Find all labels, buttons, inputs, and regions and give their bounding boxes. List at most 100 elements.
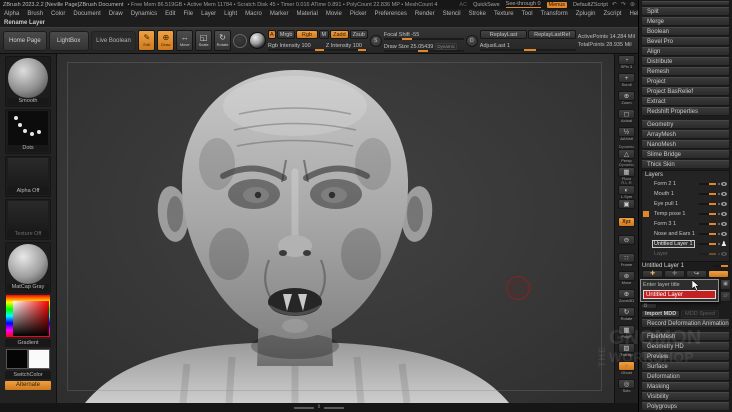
focal-shift-slider[interactable]: Focal Shift -55: [384, 30, 464, 40]
panel-button-partial[interactable]: [641, 1, 730, 6]
menu-item[interactable]: Preferences: [375, 11, 407, 17]
strip-item[interactable]: ◎ Solo: [616, 379, 638, 397]
layer-name[interactable]: Nose and Ears 1: [652, 230, 697, 238]
replay-last-rel-button[interactable]: ReplayLastRel: [528, 30, 576, 39]
strip-item[interactable]: ∷ Frame: [616, 253, 638, 271]
menu-item[interactable]: Stencil: [443, 11, 461, 17]
draw-size-slider[interactable]: Draw Size 25.05439 Dynamic: [384, 42, 464, 52]
layer-eye-icon[interactable]: [721, 192, 727, 196]
strip-item[interactable]: Xyz: [616, 217, 638, 235]
menu-item[interactable]: Alpha: [4, 11, 19, 17]
panel-button[interactable]: Remesh: [641, 67, 730, 76]
panel-button[interactable]: Slime Bridge: [641, 150, 730, 159]
panel-button[interactable]: Redshift Properties: [641, 107, 730, 116]
z-intensity-slider[interactable]: Z Intensity 100: [326, 41, 367, 51]
document-canvas[interactable]: [57, 54, 614, 403]
import-mdd-button[interactable]: Import MDD: [641, 310, 680, 318]
scale-button[interactable]: ◱ Scale: [195, 30, 212, 51]
strip-item[interactable]: ⊕ Zoom3D: [616, 289, 638, 307]
layer-eye-icon[interactable]: [721, 182, 727, 186]
quicksave-button[interactable]: QuickSave: [473, 2, 500, 8]
stroke-selector[interactable]: Dots: [5, 109, 51, 154]
panel-button[interactable]: Masking: [641, 382, 730, 391]
menu-item[interactable]: Brush: [27, 11, 43, 17]
rotate-button[interactable]: ↻ Rotate: [214, 30, 231, 51]
layer-row[interactable]: Mouth 1 ♟: [652, 189, 727, 199]
panel-button[interactable]: Distribute: [641, 57, 730, 66]
record-deformation-button[interactable]: Record Deformation Animation: [641, 319, 730, 328]
menu-item[interactable]: Document: [73, 11, 100, 17]
edit-button[interactable]: ✎ Edit: [138, 30, 155, 51]
live-boolean-button[interactable]: Live Boolean: [91, 31, 137, 51]
panel-button[interactable]: Extract: [641, 97, 730, 106]
strip-item[interactable]: ▣: [616, 199, 638, 217]
menu-item[interactable]: Light: [224, 11, 237, 17]
layer-eye-icon[interactable]: [721, 212, 727, 216]
panel-button[interactable]: Preview: [641, 352, 730, 361]
menu-item[interactable]: Layer: [201, 11, 216, 17]
rgb-intensity-slider[interactable]: Rgb Intensity 100: [268, 41, 325, 51]
layer-intensity-slider[interactable]: [699, 233, 717, 235]
switch-color-button[interactable]: SwitchColor: [5, 371, 51, 379]
saturation-square[interactable]: [13, 301, 49, 336]
material-sphere-icon[interactable]: [249, 32, 266, 49]
menus-button[interactable]: Menus: [547, 2, 568, 8]
strip-item[interactable]: R.L.R ◐ L.Sym: [616, 181, 638, 199]
menu-item[interactable]: Picker: [350, 11, 367, 17]
new-layer-button[interactable]: ✚: [642, 270, 663, 278]
panel-button[interactable]: Project BasRelief: [641, 87, 730, 96]
menu-item[interactable]: Draw: [109, 11, 123, 17]
strip-item[interactable]: Dynamic ▦ Floor: [616, 163, 638, 181]
menu-item[interactable]: Zplugin: [576, 11, 596, 17]
rgb-button[interactable]: Rgb: [296, 30, 317, 39]
redo-icon[interactable]: ↷: [621, 1, 626, 8]
draw-knob[interactable]: D: [466, 35, 478, 47]
scrollbar-toggle-icon[interactable]: ⇕: [317, 405, 321, 410]
strip-item[interactable]: Dynamic △ Persp: [616, 145, 638, 163]
alpha-selector[interactable]: Alpha Off: [5, 156, 51, 197]
layer-row[interactable]: Eye pull 1 ♟: [652, 199, 727, 209]
layer-name[interactable]: Untitled Layer 1: [652, 240, 695, 248]
layer-row[interactable]: Form 2 1 ♟: [652, 179, 727, 189]
menu-item[interactable]: File: [183, 11, 193, 17]
strip-item[interactable]: ½ AAHalf: [616, 127, 638, 145]
layer-name[interactable]: Layer: [652, 250, 670, 258]
layer-intensity-slider[interactable]: [699, 243, 717, 245]
layer-eye-icon[interactable]: [721, 232, 727, 236]
menu-item[interactable]: Movie: [326, 11, 342, 17]
panel-button[interactable]: Align: [641, 47, 730, 56]
layer-eye-icon[interactable]: [721, 202, 727, 206]
split-layer-button[interactable]: ↪: [686, 270, 707, 278]
menu-item[interactable]: Macro: [245, 11, 262, 17]
m-button[interactable]: M: [319, 30, 330, 39]
draw-button[interactable]: ⊕ Draw: [157, 30, 174, 51]
panel-button[interactable]: Geometry HD: [641, 342, 730, 351]
layer-intensity-slider[interactable]: [699, 213, 717, 215]
panel-button[interactable]: Project: [641, 77, 730, 86]
layer-name[interactable]: Form 3 1: [652, 220, 678, 228]
panel-button[interactable]: Polygroups: [641, 402, 730, 411]
layer-intensity-slider[interactable]: [699, 183, 717, 185]
menu-item[interactable]: Transform: [541, 11, 568, 17]
menu-item[interactable]: Stroke: [469, 11, 486, 17]
panel-button[interactable]: ArrayMesh: [641, 130, 730, 139]
panel-button[interactable]: FiberMesh: [641, 332, 730, 341]
panel-button[interactable]: Deformation: [641, 372, 730, 381]
panel-button[interactable]: Thick Skin: [641, 160, 730, 169]
bake-layer-button[interactable]: [708, 270, 729, 278]
menu-item[interactable]: Zscript: [603, 11, 621, 17]
strip-item[interactable]: ◻ Actual: [616, 109, 638, 127]
color-picker[interactable]: [6, 295, 50, 337]
strip-item[interactable]: ⊖: [616, 235, 638, 253]
zsub-button[interactable]: Zsub: [350, 30, 368, 39]
layer-name[interactable]: Eye pull 1: [652, 200, 680, 208]
layer-intensity-slider[interactable]: [699, 203, 717, 205]
layer-row[interactable]: Nose and Ears 1 ♟: [652, 229, 727, 239]
layer-name[interactable]: Temp pose 1: [652, 210, 688, 218]
zadd-button[interactable]: Zadd: [330, 30, 349, 39]
main-color-swatch[interactable]: [6, 349, 28, 369]
strip-item[interactable]: + Scroll: [616, 73, 638, 91]
strip-item[interactable]: ↻ Rotate: [616, 307, 638, 325]
layer-row[interactable]: Temp pose 1 ♟: [652, 209, 727, 219]
layer-record-icon[interactable]: ♟: [721, 241, 727, 248]
